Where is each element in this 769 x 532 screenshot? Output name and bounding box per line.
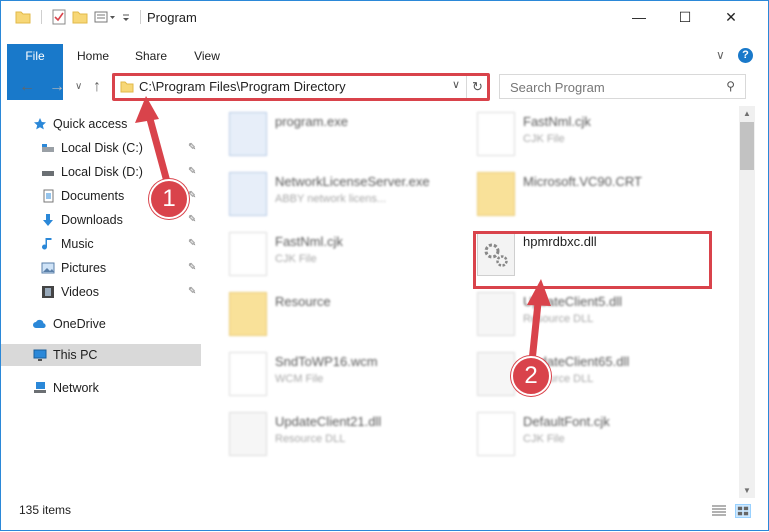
arrow-2-head	[527, 279, 551, 306]
callout-arrows	[135, 96, 551, 372]
arrow-1-head	[135, 96, 159, 123]
callout-badge-2: 2	[511, 356, 551, 396]
explorer-window: Program — ☐ ✕ File Home Share View ∨ ? ←…	[0, 0, 769, 531]
callout-badge-1: 1	[149, 179, 189, 219]
